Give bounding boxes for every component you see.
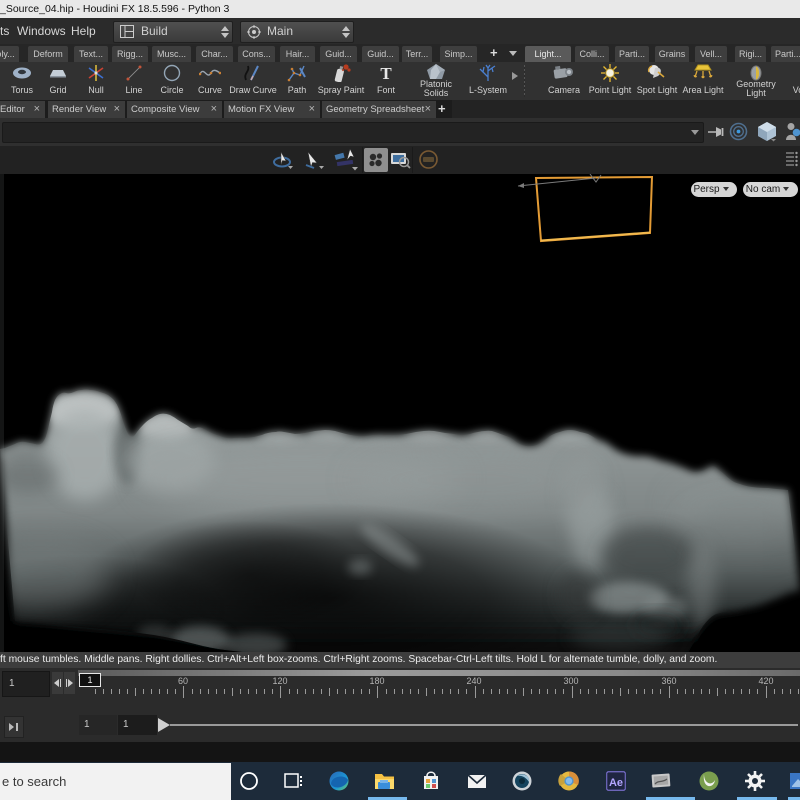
svg-text:Ae: Ae xyxy=(609,777,623,789)
svg-text:T: T xyxy=(380,64,392,82)
